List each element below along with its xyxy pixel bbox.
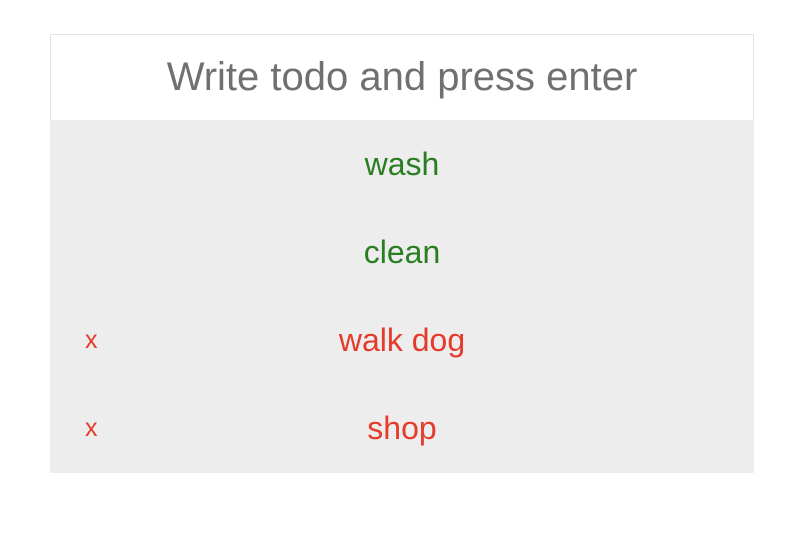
todo-list: wash clean x walk dog x shop xyxy=(50,120,754,473)
delete-button[interactable]: x xyxy=(83,384,100,472)
todo-item-clean[interactable]: clean xyxy=(50,208,754,296)
todo-item-shop[interactable]: x shop xyxy=(50,384,754,472)
todo-text[interactable]: wash xyxy=(365,146,440,182)
todo-app: wash clean x walk dog x shop xyxy=(50,34,754,473)
todo-item-walk-dog[interactable]: x walk dog xyxy=(50,296,754,384)
delete-button[interactable]: x xyxy=(83,296,100,384)
todo-text[interactable]: walk dog xyxy=(339,322,465,358)
todo-input[interactable] xyxy=(50,34,754,120)
todo-text[interactable]: clean xyxy=(364,234,441,270)
todo-item-wash[interactable]: wash xyxy=(50,120,754,208)
todo-text[interactable]: shop xyxy=(367,410,436,446)
